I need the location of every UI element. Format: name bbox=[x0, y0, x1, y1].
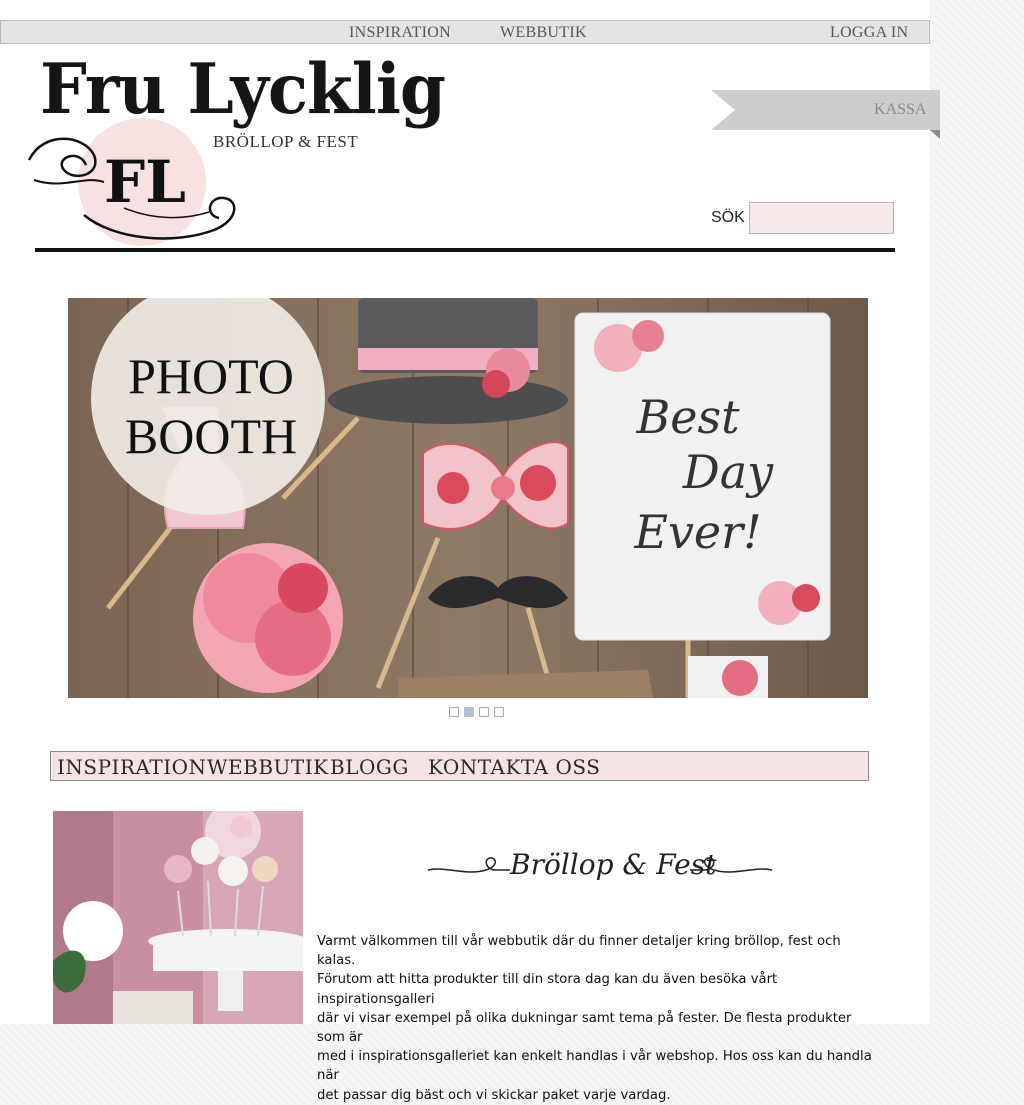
intro-text: Varmt välkommen till vår webbutik där du… bbox=[317, 932, 880, 1105]
intro-line: med i inspirationsgalleriet kan enkelt h… bbox=[317, 1049, 872, 1084]
slider-dot[interactable] bbox=[479, 707, 489, 717]
hero-badge-booth: BOOTH bbox=[125, 408, 297, 464]
slider-dot[interactable] bbox=[494, 707, 504, 717]
topnav-inspiration-link[interactable]: INSPIRATION bbox=[349, 24, 451, 42]
welcome-heading: Bröllop & Fest bbox=[510, 848, 717, 881]
search-label: SÖK bbox=[711, 209, 745, 226]
nav-webbutik[interactable]: WEBBUTIK bbox=[207, 755, 329, 779]
hero-slide-image[interactable]: PHOTO BOOTH Best Day Ever! bbox=[68, 298, 868, 698]
logo-subtitle: BRÖLLOP & FEST bbox=[213, 132, 359, 151]
logo-title: Fru Lycklig bbox=[40, 48, 446, 130]
top-navigation-bar: INSPIRATION WEBBUTIK LOGGA IN bbox=[0, 20, 930, 44]
intro-line: det passar dig bäst och vi skickar paket… bbox=[317, 1087, 671, 1103]
header-divider bbox=[35, 248, 895, 252]
cake-stand-photo bbox=[53, 811, 303, 1024]
search-input[interactable] bbox=[749, 202, 894, 234]
slider-pagination bbox=[449, 707, 504, 717]
nav-kontakta-oss[interactable]: KONTAKTA OSS bbox=[428, 755, 600, 779]
main-navigation: INSPIRATION WEBBUTIK BLOGG KONTAKTA OSS bbox=[50, 751, 869, 781]
slider-dot[interactable] bbox=[449, 707, 459, 717]
intro-line: Varmt välkommen till vår webbutik där du… bbox=[317, 934, 841, 969]
intro-line: Förutom att hitta produkter till din sto… bbox=[317, 972, 778, 1007]
sign-text-day: Day bbox=[682, 445, 774, 499]
topnav-webbutik-link[interactable]: WEBBUTIK bbox=[500, 24, 587, 42]
hero-badge-photo: PHOTO bbox=[128, 348, 294, 404]
intro-line: där vi visar exempel på olika dukningar … bbox=[317, 1010, 852, 1046]
nav-inspiration[interactable]: INSPIRATION bbox=[57, 755, 207, 779]
sign-text-ever: Ever! bbox=[633, 505, 761, 559]
nav-blogg[interactable]: BLOGG bbox=[330, 755, 409, 779]
logo-monogram: FL bbox=[104, 148, 186, 216]
page: INSPIRATION WEBBUTIK LOGGA IN Fru Lyckli… bbox=[0, 0, 940, 1103]
kassa-label[interactable]: KASSA bbox=[874, 101, 926, 119]
sign-text-best: Best bbox=[635, 390, 740, 444]
slider-dot-active[interactable] bbox=[464, 707, 474, 717]
login-link[interactable]: LOGGA IN bbox=[830, 24, 908, 42]
